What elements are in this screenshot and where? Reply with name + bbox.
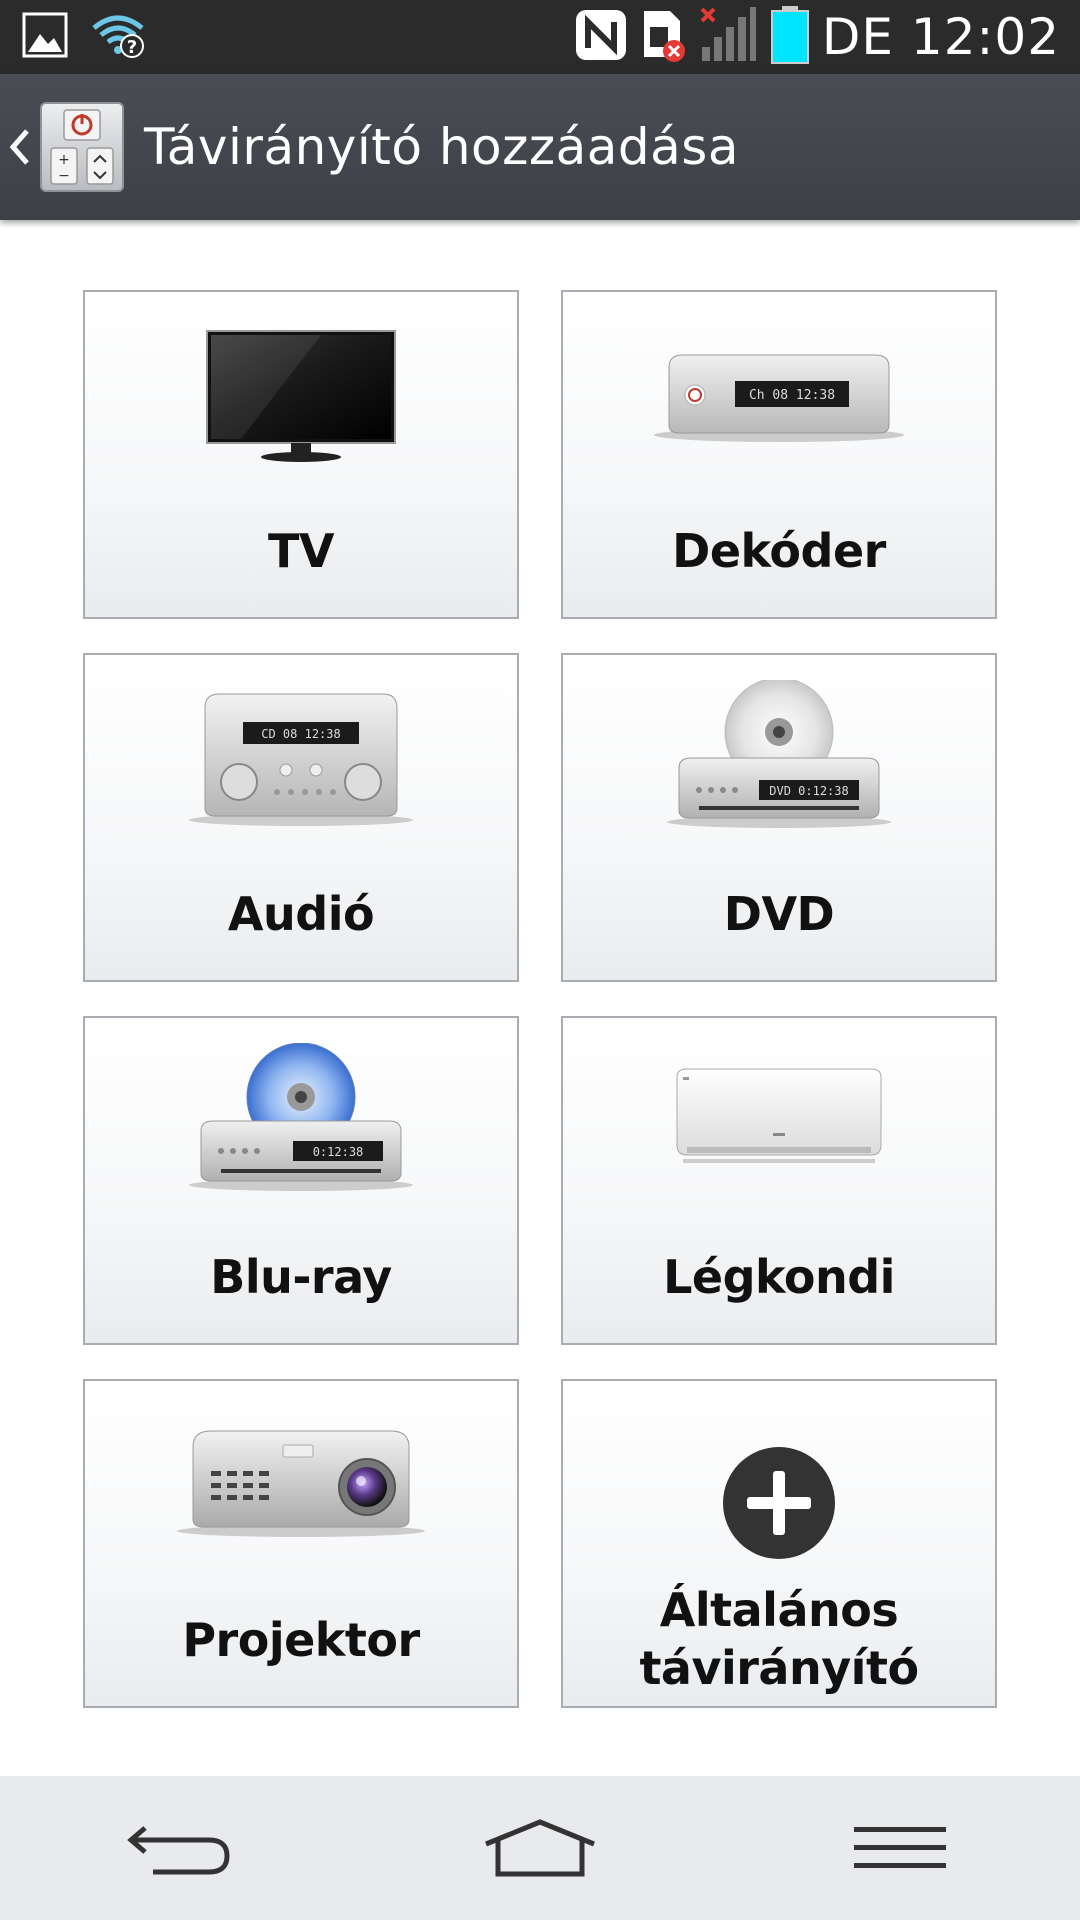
bluray-player-icon: 0:12:38: [85, 1018, 517, 1218]
projector-icon: [85, 1381, 517, 1581]
navigation-bar: [0, 1776, 1080, 1920]
signal-none-icon: [698, 5, 758, 70]
nfc-icon: [574, 8, 628, 67]
device-grid: TV Ch 08 12:38 Dekóder CD 08 12:38 Audió…: [83, 290, 997, 1708]
battery-icon: [770, 5, 810, 70]
device-card-bluray[interactable]: 0:12:38 Blu-ray: [83, 1016, 519, 1345]
air-conditioner-icon: [563, 1018, 995, 1218]
page-title: Távirányító hozzáadása: [144, 118, 739, 176]
device-label: DVD: [723, 887, 835, 941]
back-icon: [127, 1826, 230, 1875]
menu-button[interactable]: [820, 1798, 980, 1898]
svg-text:+: +: [58, 152, 70, 168]
device-label: Általános távirányító: [639, 1583, 919, 1695]
remote-icon[interactable]: + −: [40, 102, 124, 192]
no-sim-icon: [640, 7, 686, 68]
bluray-display: 0:12:38: [313, 1145, 364, 1159]
status-bar: ? DE 12:02: [0, 0, 1080, 74]
device-label: Dekóder: [672, 524, 886, 578]
audio-display: CD 08 12:38: [261, 727, 340, 741]
device-label: TV: [268, 524, 334, 578]
menu-icon: [854, 1827, 946, 1868]
back-button[interactable]: [100, 1798, 260, 1898]
device-label: Audió: [227, 887, 375, 941]
device-label: Légkondi: [663, 1250, 895, 1304]
device-card-decoder[interactable]: Ch 08 12:38 Dekóder: [561, 290, 997, 619]
action-bar: + − Távirányító hozzáadása: [0, 74, 1080, 220]
wifi-unknown-icon: ?: [90, 12, 146, 63]
home-icon: [485, 1819, 595, 1877]
dvd-display: DVD 0:12:38: [769, 784, 848, 798]
decoder-display: Ch 08 12:38: [749, 388, 835, 403]
device-card-projector[interactable]: Projektor: [83, 1379, 519, 1708]
device-label: Projektor: [182, 1613, 420, 1667]
dvd-player-icon: DVD 0:12:38: [563, 655, 995, 855]
device-card-audio[interactable]: CD 08 12:38 Audió: [83, 653, 519, 982]
add-icon: [563, 1381, 995, 1561]
audio-receiver-icon: CD 08 12:38: [85, 655, 517, 855]
device-card-tv[interactable]: TV: [83, 290, 519, 619]
device-card-aircon[interactable]: Légkondi: [561, 1016, 997, 1345]
tv-icon: [85, 292, 517, 492]
device-card-dvd[interactable]: DVD 0:12:38 DVD: [561, 653, 997, 982]
chevron-left-icon: [9, 129, 29, 165]
gallery-icon: [22, 12, 68, 63]
device-card-universal-remote[interactable]: Általános távirányító: [561, 1379, 997, 1708]
clock: DE 12:02: [821, 8, 1060, 66]
device-label: Blu-ray: [210, 1250, 392, 1304]
svg-text:−: −: [58, 168, 70, 184]
svg-text:?: ?: [127, 37, 137, 58]
up-navigation[interactable]: [0, 74, 40, 220]
set-top-box-icon: Ch 08 12:38: [563, 292, 995, 492]
home-button[interactable]: [460, 1798, 620, 1898]
